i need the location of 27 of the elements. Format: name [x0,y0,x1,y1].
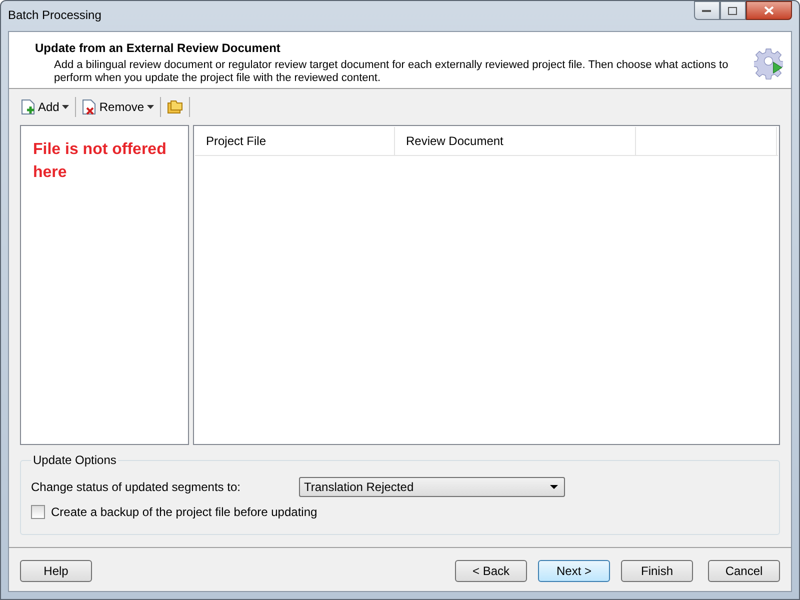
folders-icon [167,99,184,115]
wizard-button[interactable]: Next > [538,560,610,582]
add-document-icon [21,99,35,115]
remove-button[interactable]: Remove [79,97,158,117]
column-header[interactable]: Project File [195,127,395,155]
group-title: Update Options [32,453,118,467]
minimize-button[interactable] [694,1,720,20]
page-description: Add a bilingual review document or regulator review target document for each externally reviewed project file. Then choose what actions to perform when you update the project file with the reviewed content. [53,59,730,85]
annotation-text: File is not offered here [33,140,168,183]
cancel-button[interactable]: Cancel [708,560,780,582]
status-label: Change status of updated segments to: [31,480,242,494]
backup-checkbox[interactable]: Create a backup of the project file before updating [31,505,769,519]
window-title: Batch Processing [8,8,102,22]
maximize-button[interactable] [720,1,746,20]
maximize-icon [728,6,738,14]
remove-document-icon [82,99,96,115]
status-dropdown[interactable]: Translation Rejected [299,477,565,497]
help-button[interactable]: Help [20,560,92,582]
caret-icon [550,485,558,489]
close-icon [764,6,774,15]
wizard-button[interactable]: Finish [621,560,693,582]
wizard-button[interactable]: < Back [455,560,527,582]
minimize-icon [702,8,712,12]
column-header[interactable]: Review Document [395,127,636,155]
close-button[interactable] [746,1,792,20]
page-title: Update from an External Review Document [35,41,282,55]
add-button[interactable]: Add [18,97,72,117]
